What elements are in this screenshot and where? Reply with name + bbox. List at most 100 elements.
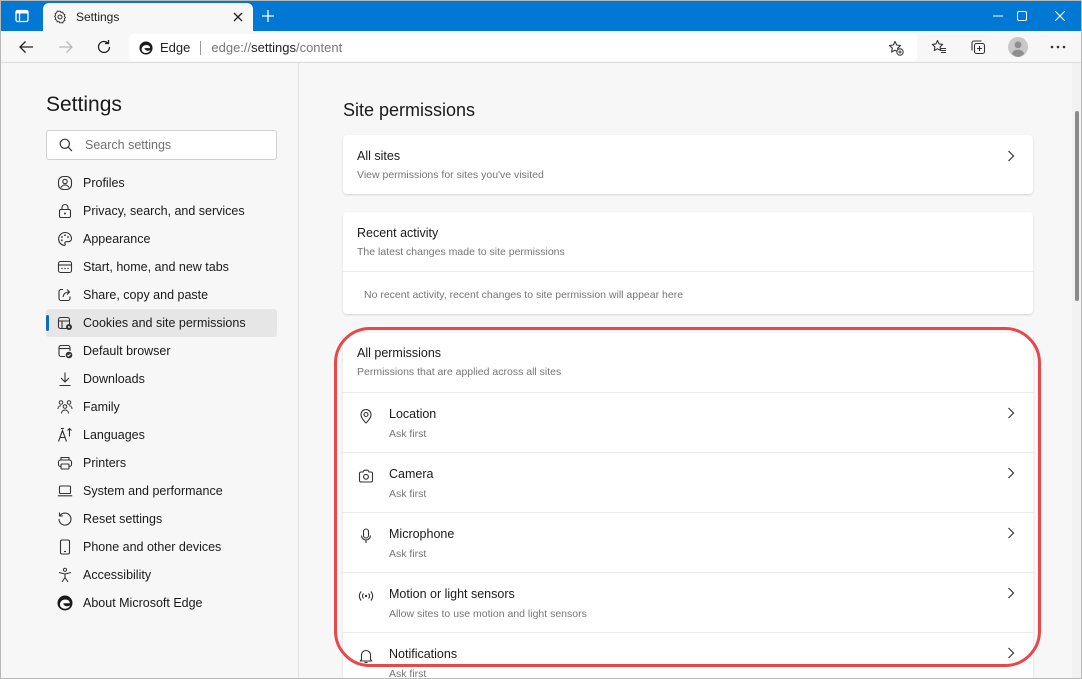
chevron-right-icon bbox=[1005, 527, 1017, 539]
main-content: Site permissions All sites View permissi… bbox=[300, 63, 1072, 679]
close-icon bbox=[1055, 11, 1065, 21]
close-icon bbox=[233, 12, 243, 22]
permission-desc: Ask first bbox=[389, 668, 1033, 679]
arrow-left-icon bbox=[18, 39, 34, 55]
recent-activity-card: Recent activity The latest changes made … bbox=[343, 212, 1033, 314]
new-tab-button[interactable] bbox=[257, 5, 279, 27]
add-favorite-button[interactable] bbox=[885, 37, 907, 59]
refresh-button[interactable] bbox=[89, 33, 119, 61]
permission-camera[interactable]: Camera Ask first bbox=[343, 452, 1033, 512]
sidebar-item-system[interactable]: System and performance bbox=[46, 477, 277, 505]
sidebar-item-label: Reset settings bbox=[83, 512, 162, 526]
search-input[interactable] bbox=[85, 138, 255, 152]
permission-location[interactable]: Location Ask first bbox=[343, 392, 1033, 452]
sidebar-item-share[interactable]: Share, copy and paste bbox=[46, 281, 277, 309]
permission-notifications[interactable]: Notifications Ask first bbox=[343, 632, 1033, 679]
sidebar-item-label: Languages bbox=[83, 428, 145, 442]
plus-icon bbox=[262, 10, 274, 22]
sidebar-item-privacy[interactable]: Privacy, search, and services bbox=[46, 197, 277, 225]
close-window-button[interactable] bbox=[1037, 1, 1082, 31]
all-permissions-header: All permissions Permissions that are app… bbox=[343, 333, 1033, 392]
profile-button[interactable] bbox=[1003, 33, 1033, 61]
recent-activity-header: Recent activity The latest changes made … bbox=[343, 212, 1033, 271]
navigation-toolbar: Edge edge://settings/content bbox=[1, 31, 1081, 63]
address-separator bbox=[200, 41, 201, 55]
forward-button[interactable] bbox=[51, 33, 81, 61]
sidebar-item-label: Default browser bbox=[83, 344, 171, 358]
default-browser-icon bbox=[56, 342, 74, 360]
lock-icon bbox=[56, 202, 74, 220]
refresh-icon bbox=[96, 39, 112, 55]
sidebar-item-start-home[interactable]: Start, home, and new tabs bbox=[46, 253, 277, 281]
sidebar-item-languages[interactable]: Languages bbox=[46, 421, 277, 449]
chevron-right-icon bbox=[1005, 647, 1017, 659]
home-tabs-icon bbox=[56, 258, 74, 276]
settings-and-more-button[interactable] bbox=[1043, 33, 1073, 61]
tab-settings[interactable]: Settings bbox=[43, 3, 253, 31]
search-icon bbox=[59, 138, 73, 152]
all-permissions-desc: Permissions that are applied across all … bbox=[357, 366, 1033, 378]
sidebar-item-label: Privacy, search, and services bbox=[83, 204, 245, 218]
sidebar-item-label: Profiles bbox=[83, 176, 125, 190]
edge-logo-icon bbox=[56, 594, 74, 612]
sidebar-item-label: System and performance bbox=[83, 484, 223, 498]
collections-button[interactable] bbox=[963, 33, 993, 61]
sidebar-item-reset[interactable]: Reset settings bbox=[46, 505, 277, 533]
location-icon bbox=[357, 407, 375, 425]
languages-icon bbox=[56, 426, 74, 444]
permission-title: Notifications bbox=[389, 647, 1033, 661]
scrollbar-thumb[interactable] bbox=[1075, 111, 1079, 301]
tab-actions-button[interactable] bbox=[1, 1, 43, 31]
tab-actions-icon bbox=[15, 9, 29, 23]
sidebar-item-phone[interactable]: Phone and other devices bbox=[46, 533, 277, 561]
profile-icon bbox=[56, 174, 74, 192]
sidebar-item-cookies[interactable]: Cookies and site permissions bbox=[46, 309, 277, 337]
cookies-icon bbox=[56, 314, 74, 332]
permission-microphone[interactable]: Microphone Ask first bbox=[343, 512, 1033, 572]
star-add-icon bbox=[888, 40, 904, 56]
permission-desc: Ask first bbox=[389, 548, 1033, 560]
back-button[interactable] bbox=[11, 33, 41, 61]
sidebar-item-appearance[interactable]: Appearance bbox=[46, 225, 277, 253]
address-bar[interactable]: Edge edge://settings/content bbox=[129, 34, 917, 61]
maximize-icon bbox=[1017, 11, 1027, 21]
sidebar-item-downloads[interactable]: Downloads bbox=[46, 365, 277, 393]
favorites-button[interactable] bbox=[924, 33, 954, 61]
recent-activity-empty: No recent activity, recent changes to si… bbox=[343, 272, 1033, 301]
page-title: Site permissions bbox=[343, 100, 475, 121]
url-prefix: edge:// bbox=[211, 40, 251, 55]
vertical-scrollbar[interactable] bbox=[1072, 63, 1082, 679]
permission-desc: Ask first bbox=[389, 428, 1033, 440]
sidebar-item-label: Downloads bbox=[83, 372, 145, 386]
all-sites-row[interactable]: All sites View permissions for sites you… bbox=[343, 135, 1033, 181]
all-permissions-title: All permissions bbox=[357, 346, 1033, 360]
sidebar-item-default-browser[interactable]: Default browser bbox=[46, 337, 277, 365]
close-tab-button[interactable] bbox=[227, 6, 249, 28]
camera-icon bbox=[357, 467, 375, 485]
permission-motion-sensors[interactable]: Motion or light sensors Allow sites to u… bbox=[343, 572, 1033, 632]
family-icon bbox=[56, 398, 74, 416]
sidebar-item-label: Appearance bbox=[83, 232, 150, 246]
sidebar-item-family[interactable]: Family bbox=[46, 393, 277, 421]
sidebar-item-label: Printers bbox=[83, 456, 126, 470]
microphone-icon bbox=[357, 527, 375, 545]
sidebar-item-accessibility[interactable]: Accessibility bbox=[46, 561, 277, 589]
permission-desc: Allow sites to use motion and light sens… bbox=[389, 608, 1033, 620]
sidebar-title: Settings bbox=[46, 93, 122, 117]
search-box[interactable] bbox=[46, 130, 277, 160]
sidebar-item-label: Accessibility bbox=[83, 568, 151, 582]
sidebar-item-label: Share, copy and paste bbox=[83, 288, 208, 302]
favorites-icon bbox=[931, 39, 947, 55]
sidebar-item-printers[interactable]: Printers bbox=[46, 449, 277, 477]
chevron-right-icon bbox=[1005, 150, 1017, 162]
chevron-right-icon bbox=[1005, 587, 1017, 599]
all-sites-card[interactable]: All sites View permissions for sites you… bbox=[343, 135, 1033, 194]
arrow-right-icon bbox=[58, 39, 74, 55]
sidebar-item-profiles[interactable]: Profiles bbox=[46, 169, 277, 197]
permission-title: Microphone bbox=[389, 527, 1033, 541]
sidebar-item-about[interactable]: About Microsoft Edge bbox=[46, 589, 277, 617]
accessibility-icon bbox=[56, 566, 74, 584]
more-icon bbox=[1050, 45, 1066, 49]
phone-icon bbox=[56, 538, 74, 556]
sidebar-item-label: Start, home, and new tabs bbox=[83, 260, 229, 274]
